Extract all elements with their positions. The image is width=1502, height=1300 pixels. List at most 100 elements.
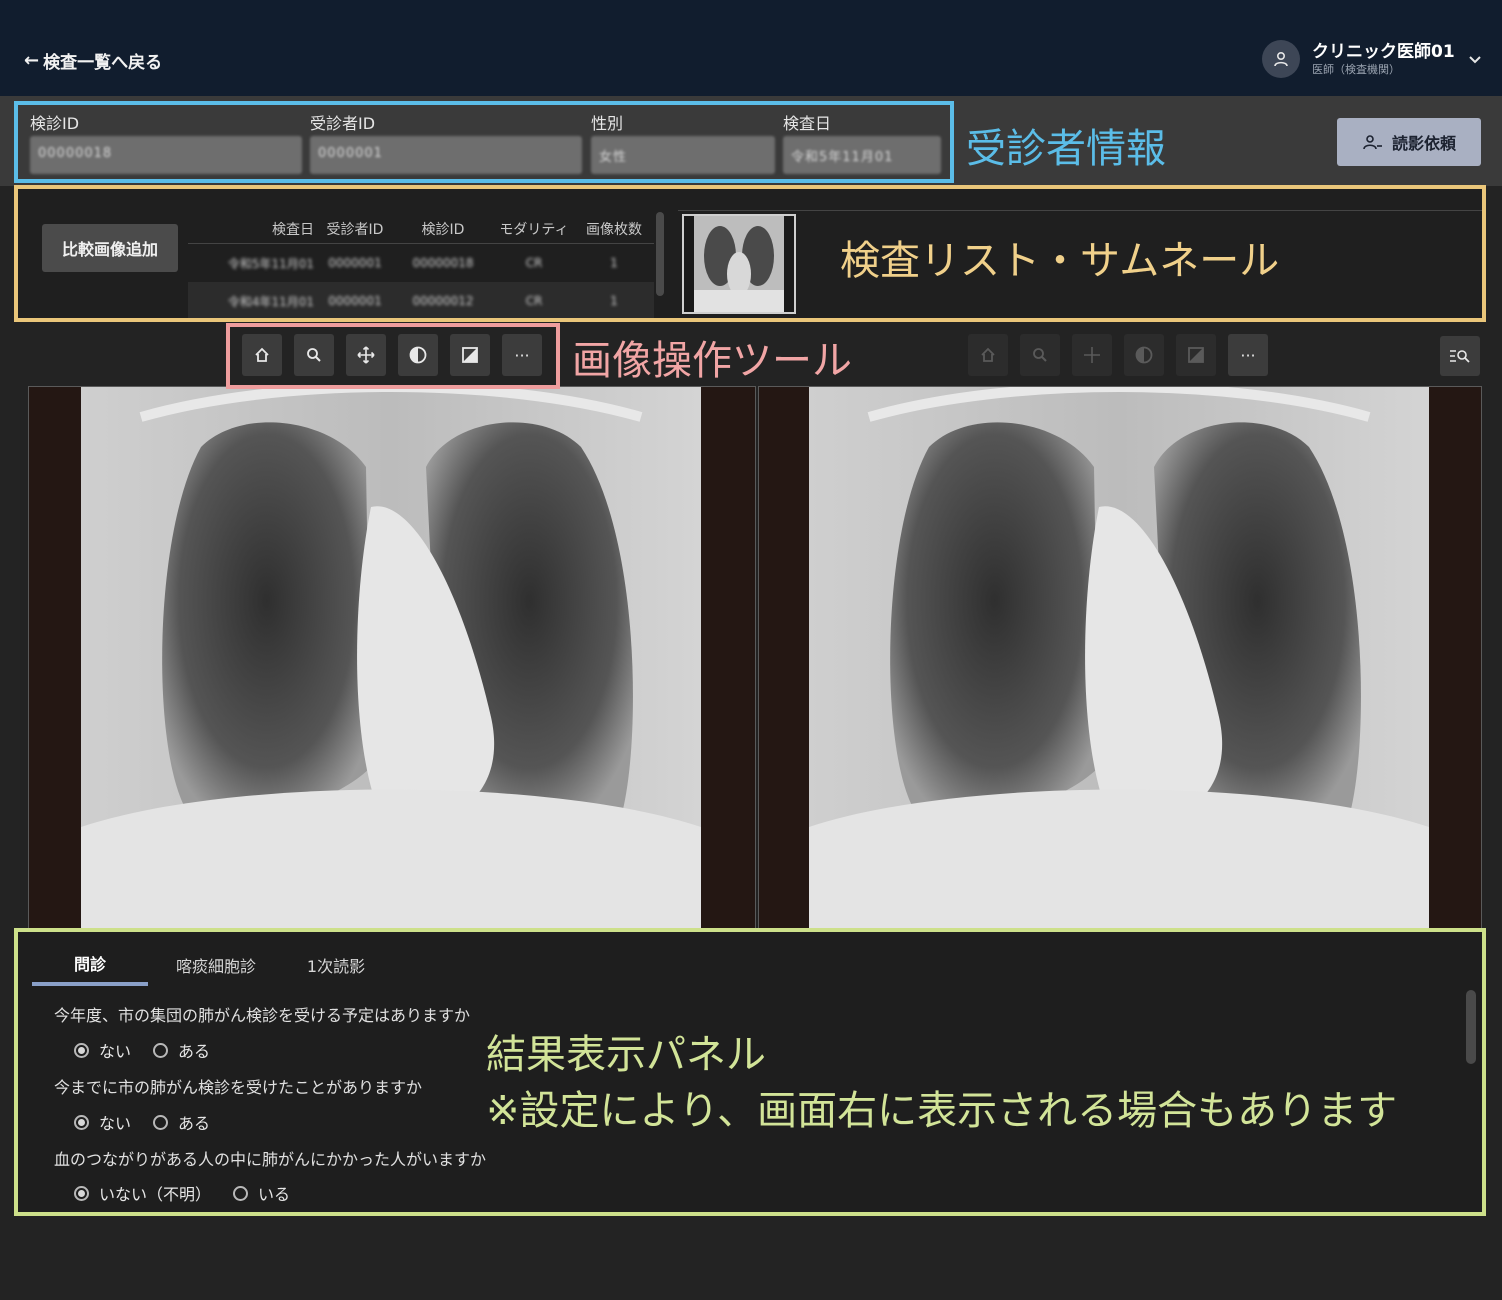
option-label: いない（不明） [99,1185,212,1204]
field-label: 受診者ID [310,114,376,133]
field-sex: 性別 女性 [591,110,775,174]
column-header: モダリティ [499,221,569,238]
read-request-button[interactable]: 読影依頼 [1337,118,1481,166]
radio-icon [153,1114,169,1130]
column-header: 画像枚数 [586,221,642,238]
question-text: 今年度、市の集団の肺がん検診を受ける予定はありますか [54,1006,471,1025]
contrast-icon[interactable] [1124,334,1164,376]
xray-viewer-right[interactable] [758,386,1482,930]
cell: CR [525,256,543,270]
user-name: クリニック医師01 [1312,42,1455,62]
tab-sputum-cytology[interactable]: 喀痰細胞診 [148,944,284,986]
option-label: ない [99,1114,132,1133]
chest-xray-image [81,387,701,929]
patient-info-bar: 検診ID 00000018 受診者ID 0000001 性別 女性 検査日 令和… [0,96,1502,186]
field-value: 0000001 [310,136,582,174]
column-header: 検診ID [421,221,465,238]
exam-table: 検査日 受診者ID 検診ID モダリティ 画像枚数 令和5年11月01 0000… [188,214,654,320]
radio-option[interactable]: ない [74,1038,131,1062]
option-label: いる [258,1185,291,1204]
column-header: 検査日 [272,221,314,238]
cell: 令和4年11月01 [227,294,314,309]
question-options: ない ある [74,1038,210,1062]
home-icon[interactable] [968,334,1008,376]
search-icon[interactable] [294,334,334,376]
move-icon[interactable] [1072,334,1112,376]
user-menu[interactable]: クリニック医師01 医師（検査機関） [1262,40,1455,78]
cell: 1 [610,294,618,308]
chevron-down-icon[interactable] [1468,55,1482,65]
field-label: 性別 [591,114,624,133]
cell: 00000018 [412,256,474,270]
user-avatar-icon [1262,40,1300,78]
home-icon[interactable] [242,334,282,376]
cell: 0000001 [328,256,382,270]
xray-thumbnail[interactable] [682,214,796,314]
back-label: 検査一覧へ戻る [43,53,163,73]
back-to-list-link[interactable]: ← 検査一覧へ戻る [24,48,162,73]
question-options: いない（不明） いる [74,1181,290,1205]
radio-option[interactable]: ある [153,1110,210,1134]
search-icon[interactable] [1020,334,1060,376]
invert-icon[interactable] [450,334,490,376]
annotation-note-result-panel: ※設定により、画面右に表示される場合もあります [486,1088,1398,1134]
question-text: 今までに市の肺がん検診を受けたことがありますか [54,1078,423,1097]
add-compare-image-button[interactable]: 比較画像追加 [42,224,178,272]
cell: 1 [610,256,618,270]
cell: CR [525,294,543,308]
result-tabs: 問診 喀痰細胞診 1次読影 [32,944,388,986]
table-row[interactable]: 令和4年11月01 0000001 00000012 CR 1 [188,282,654,320]
read-request-label: 読影依頼 [1391,134,1456,153]
divider [678,210,1482,211]
field-value: 令和5年11月01 [783,136,941,174]
radio-option[interactable]: いない（不明） [74,1181,211,1205]
arrow-left-icon: ← [24,50,40,71]
exam-table-header: 検査日 受診者ID 検診ID モダリティ 画像枚数 [188,214,654,244]
tab-interview[interactable]: 問診 [32,944,148,986]
tab-first-reading[interactable]: 1次読影 [284,944,388,986]
move-icon[interactable] [346,334,386,376]
annotation-label-patient-info: 受診者情報 [966,126,1166,172]
more-icon[interactable]: ··· [502,334,542,376]
cell: 00000012 [412,294,474,308]
more-icon[interactable]: ··· [1228,334,1268,376]
option-label: ある [178,1042,211,1061]
result-panel-scrollbar[interactable] [1466,990,1476,1064]
xray-viewer-left[interactable] [28,386,756,930]
field-label: 検診ID [30,114,80,133]
option-label: ある [178,1114,211,1133]
zoom-list-icon[interactable] [1440,336,1480,376]
radio-option[interactable]: いる [233,1181,290,1205]
user-assign-icon [1363,135,1382,150]
radio-selected-icon [74,1042,89,1058]
radio-selected-icon [74,1114,89,1130]
image-toolbar-right: ··· [968,334,1268,376]
question-text: 血のつながりがある人の中に肺がんにかかった人がいますか [54,1150,487,1169]
image-toolbar-left: ··· [242,334,542,376]
column-header: 受診者ID [326,221,384,238]
viewer-page: ← 検査一覧へ戻る クリニック医師01 医師（検査機関） 検診ID 000000… [0,0,1502,1300]
top-header: ← 検査一覧へ戻る クリニック医師01 医師（検査機関） [0,0,1502,96]
field-value: 00000018 [30,136,302,174]
annotation-label-result-panel: 結果表示パネル [486,1032,766,1078]
user-role: 医師（検査機関） [1312,63,1400,76]
option-label: ない [99,1042,132,1061]
radio-selected-icon [74,1185,89,1201]
radio-option[interactable]: ある [153,1038,210,1062]
cell: 令和5年11月01 [227,256,314,271]
field-label: 検査日 [783,114,832,133]
field-patient-id: 受診者ID 0000001 [310,110,582,174]
contrast-icon[interactable] [398,334,438,376]
radio-icon [233,1185,249,1201]
radio-icon [153,1042,169,1058]
invert-icon[interactable] [1176,334,1216,376]
user-info: クリニック医師01 医師（検査機関） [1312,41,1455,77]
table-row[interactable]: 令和5年11月01 0000001 00000018 CR 1 [188,244,654,282]
chest-xray-image [809,387,1429,929]
field-exam-id: 検診ID 00000018 [30,110,302,174]
cell: 0000001 [328,294,382,308]
exam-list-scrollbar[interactable] [656,212,664,296]
question-options: ない ある [74,1110,210,1134]
annotation-label-exam-list: 検査リスト・サムネール [840,238,1280,284]
radio-option[interactable]: ない [74,1110,131,1134]
